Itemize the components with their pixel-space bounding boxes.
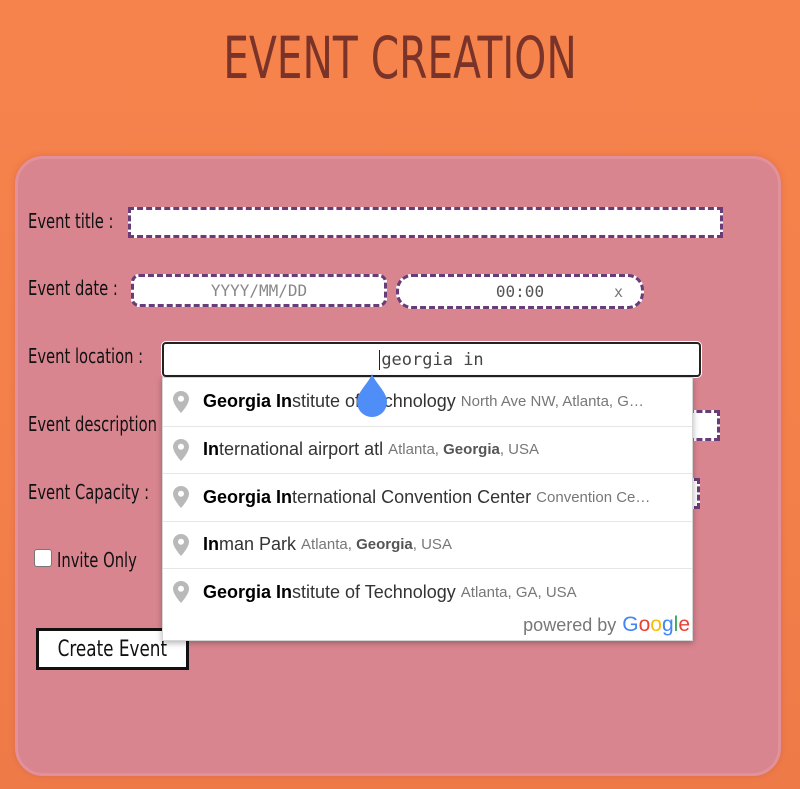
event-date-label: Event date :: [28, 276, 118, 300]
invite-only-checkbox[interactable]: [34, 549, 52, 567]
invite-only-label: Invite Only: [57, 548, 137, 572]
autocomplete-item-main-text: Georgia International Convention Center: [203, 486, 532, 507]
map-pin-icon: [173, 486, 189, 509]
event-capacity-label: Event Capacity :: [28, 480, 150, 504]
autocomplete-item-secondary-text: North Ave NW, Atlanta, G…: [460, 393, 644, 411]
touch-cursor-drop-icon: [357, 374, 387, 417]
location-autocomplete-dropdown: Georgia Institute of Technology North Ave…: [162, 377, 693, 641]
autocomplete-item-secondary-text: Atlanta, Georgia, USA: [301, 536, 452, 554]
map-pin-icon: [173, 390, 189, 413]
autocomplete-item[interactable]: International airport atl Atlanta, Georgi…: [163, 425, 692, 474]
autocomplete-list: Georgia Institute of Technology North Ave…: [163, 378, 692, 616]
google-logo: Google: [622, 613, 690, 636]
event-time-input[interactable]: 00:00 x: [396, 274, 644, 309]
event-date-input[interactable]: YYYY/MM/DD: [131, 274, 387, 307]
autocomplete-item-main-text: Inman Park: [203, 534, 297, 555]
map-pin-icon: [173, 581, 189, 604]
clear-time-icon[interactable]: x: [614, 283, 623, 301]
autocomplete-item[interactable]: Georgia Institute of Technology Atlanta, …: [163, 568, 692, 616]
create-event-label: Create Event: [57, 636, 168, 662]
text-caret: [379, 349, 381, 370]
event-location-value: georgia in: [381, 349, 484, 370]
autocomplete-item[interactable]: Georgia International Convention Center C…: [163, 473, 692, 521]
event-time-value: 00:00: [495, 282, 545, 301]
autocomplete-item-secondary-text: Atlanta, Georgia, USA: [388, 441, 540, 459]
autocomplete-item-main-text: International airport atl: [203, 439, 384, 460]
event-location-label: Event location :: [28, 344, 144, 368]
page-title: EVENT CREATION: [223, 24, 577, 92]
event-title-input[interactable]: [128, 207, 723, 238]
powered-by-label: powered by: [523, 614, 617, 635]
autocomplete-item-secondary-text: Atlanta, GA, USA: [460, 583, 577, 601]
map-pin-icon: [173, 438, 189, 461]
autocomplete-item-main-text: Georgia Institute of Technology: [203, 581, 456, 602]
event-date-placeholder: YYYY/MM/DD: [210, 281, 308, 300]
map-pin-icon: [173, 533, 189, 556]
event-description-label: Event description :: [28, 412, 167, 436]
autocomplete-item-main-text: Georgia Institute of Technology: [203, 391, 456, 412]
autocomplete-item[interactable]: Georgia Institute of Technology North Ave…: [163, 378, 692, 426]
powered-by-google: powered by Google: [523, 612, 690, 638]
event-location-input[interactable]: georgia in: [162, 342, 701, 377]
event-title-label: Event title :: [28, 209, 114, 233]
autocomplete-item-secondary-text: Convention Ce…: [536, 488, 651, 506]
autocomplete-item[interactable]: Inman Park Atlanta, Georgia, USA: [163, 520, 692, 569]
